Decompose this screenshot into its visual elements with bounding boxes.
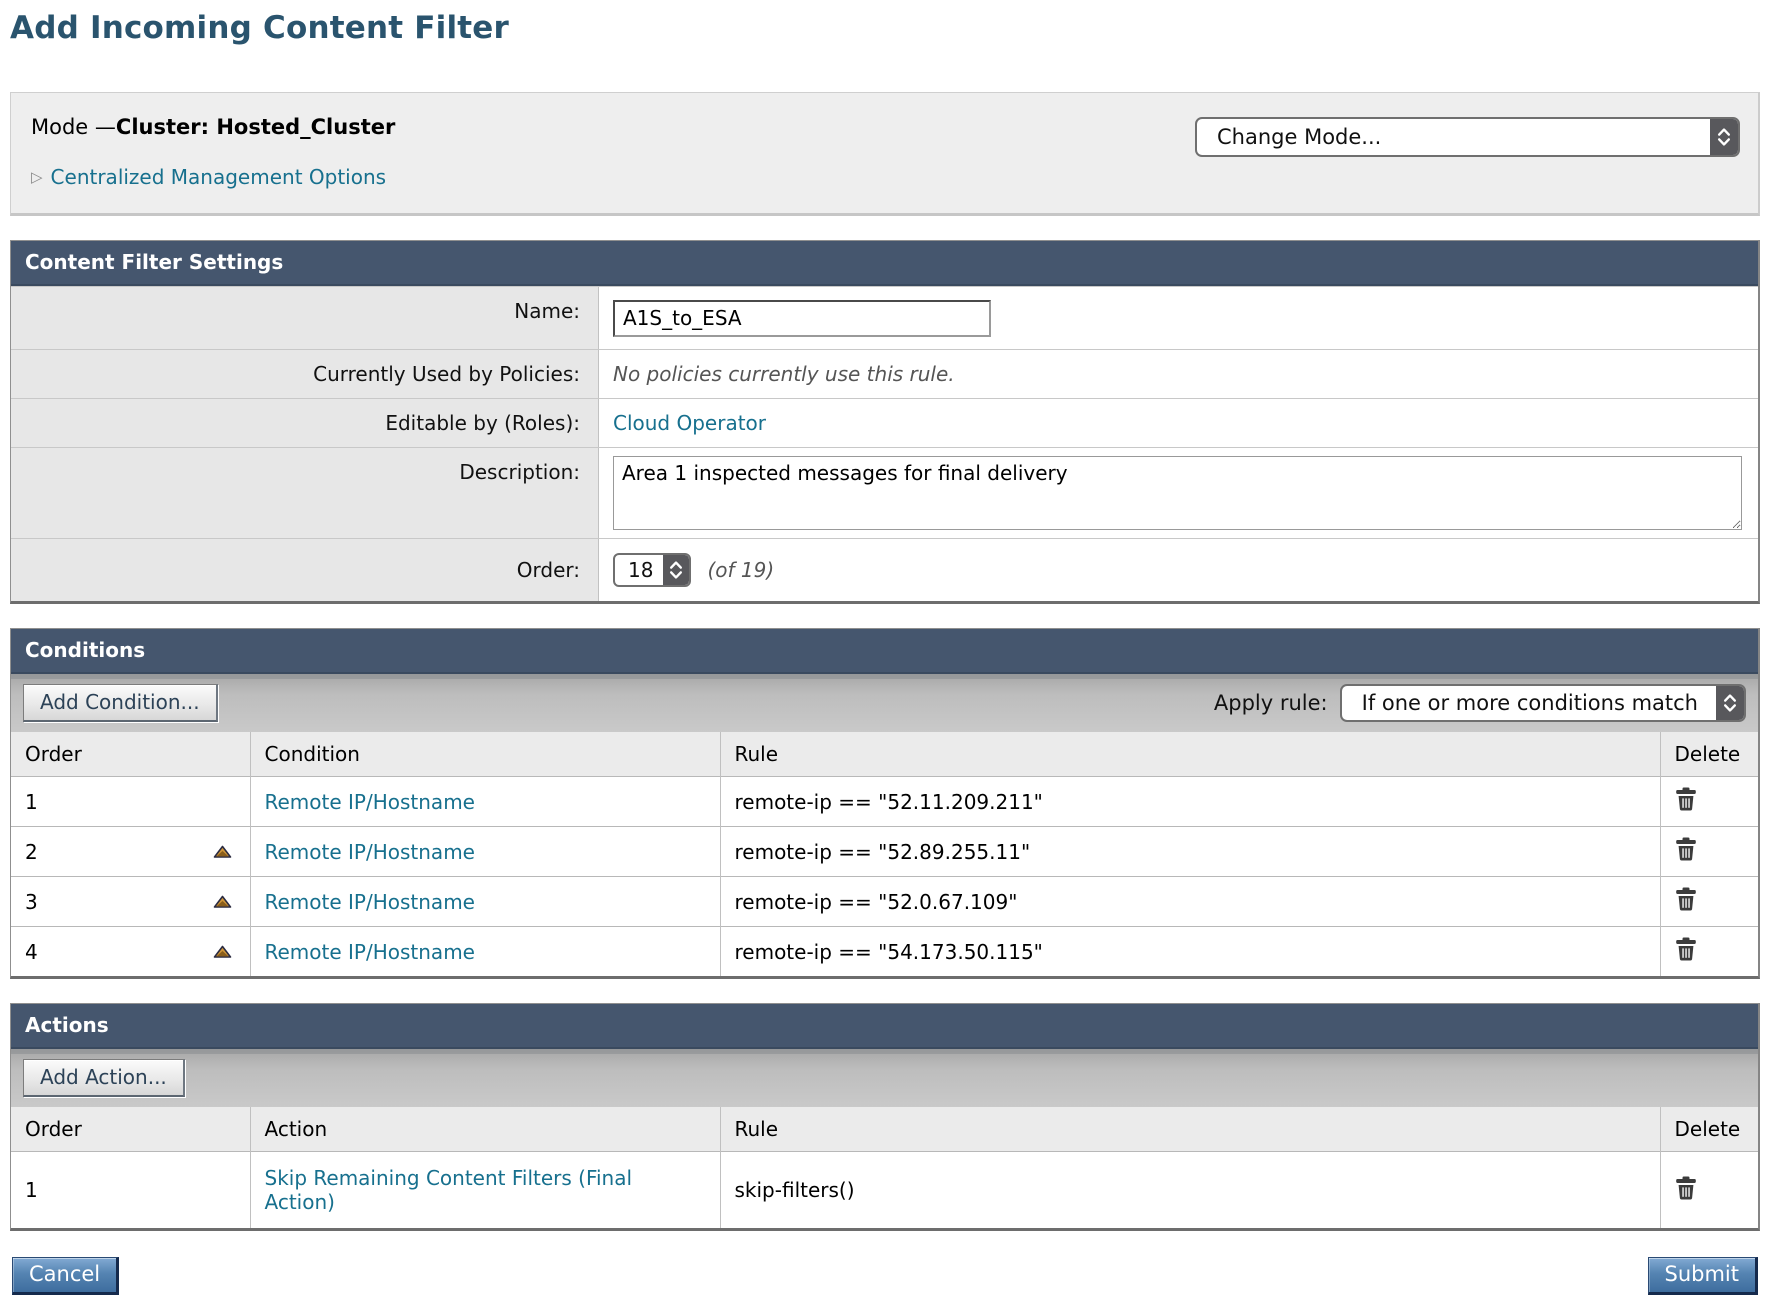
actions-header: Actions [11, 1004, 1758, 1049]
condition-row: 3 Remote IP/Hostname remote-ip == "52.0.… [11, 877, 1758, 927]
actions-toolbar: Add Action... [11, 1049, 1758, 1107]
trash-icon [1675, 887, 1697, 911]
description-label: Description: [11, 448, 599, 538]
condition-rule: remote-ip == "52.0.67.109" [720, 877, 1660, 927]
move-up-icon[interactable] [213, 945, 232, 959]
conditions-table: Order Condition Rule Delete 1 Remote IP/… [11, 732, 1758, 976]
delete-condition-icon[interactable] [1675, 937, 1697, 961]
delete-condition-icon[interactable] [1675, 887, 1697, 911]
add-incoming-content-filter-page: Add Incoming Content Filter Mode —Cluste… [0, 0, 1770, 1295]
condition-type-link[interactable]: Remote IP/Hostname [265, 790, 475, 814]
mode-label: Mode [31, 115, 88, 139]
conditions-col-order: Order [11, 732, 250, 777]
mode-dash: — [95, 115, 116, 139]
cancel-button[interactable]: Cancel [12, 1257, 119, 1295]
actions-col-delete: Delete [1660, 1107, 1758, 1152]
policies-usage-note: No policies currently use this rule. [613, 362, 955, 386]
move-up-icon [213, 895, 232, 909]
up-down-stepper-icon [1722, 692, 1738, 714]
cloud-operator-link[interactable]: Cloud Operator [613, 411, 766, 435]
conditions-toolbar: Add Condition... Apply rule: If one or m… [11, 674, 1758, 732]
order-label: Order: [11, 539, 599, 601]
disclosure-triangle-icon[interactable]: ▷ [31, 168, 43, 186]
trash-icon [1675, 1176, 1697, 1200]
move-up-icon[interactable] [213, 895, 232, 909]
condition-row: 4 Remote IP/Hostname remote-ip == "54.17… [11, 927, 1758, 977]
order-of-note: (of 19) [707, 558, 774, 582]
condition-type-link[interactable]: Remote IP/Hostname [265, 940, 475, 964]
conditions-header: Conditions [11, 629, 1758, 674]
select-stepper-icon [1716, 686, 1744, 720]
delete-condition-icon[interactable] [1675, 787, 1697, 811]
order-select-value: 18 [615, 555, 663, 585]
mode-value: Cluster: Hosted_Cluster [116, 115, 395, 139]
mode-line: Mode —Cluster: Hosted_Cluster [31, 115, 395, 139]
select-stepper-icon [663, 555, 689, 585]
condition-order: 1 [25, 790, 38, 814]
currently-used-by-policies-label: Currently Used by Policies: [11, 350, 599, 398]
conditions-col-rule: Rule [720, 732, 1660, 777]
add-condition-button[interactable]: Add Condition... [23, 684, 218, 722]
up-down-stepper-icon [1716, 126, 1732, 148]
change-mode-select[interactable]: Change Mode... [1195, 117, 1740, 157]
condition-rule: remote-ip == "54.173.50.115" [720, 927, 1660, 977]
action-rule: skip-filters() [720, 1152, 1660, 1229]
action-order: 1 [25, 1178, 38, 1202]
change-mode-select-value: Change Mode... [1197, 119, 1710, 155]
content-filter-settings-header: Content Filter Settings [11, 241, 1758, 286]
add-action-button[interactable]: Add Action... [23, 1059, 185, 1097]
up-down-stepper-icon [668, 559, 684, 581]
editable-by-roles-label: Editable by (Roles): [11, 399, 599, 447]
name-input[interactable] [613, 300, 991, 337]
actions-col-order: Order [11, 1107, 250, 1152]
actions-col-action: Action [250, 1107, 720, 1152]
condition-order: 3 [25, 890, 38, 914]
move-up-icon [213, 945, 232, 959]
actions-col-rule: Rule [720, 1107, 1660, 1152]
apply-rule-select-value: If one or more conditions match [1342, 686, 1716, 720]
condition-order: 4 [25, 940, 38, 964]
centralized-management-options-link[interactable]: Centralized Management Options [51, 165, 387, 189]
order-select[interactable]: 18 [613, 553, 691, 587]
select-stepper-icon [1710, 119, 1738, 155]
content-filter-settings-section: Content Filter Settings Name: Currently … [10, 240, 1760, 604]
page-title: Add Incoming Content Filter [10, 10, 1760, 46]
footer-bar: Cancel Submit [10, 1257, 1760, 1295]
condition-rule: remote-ip == "52.11.209.211" [720, 777, 1660, 827]
condition-row: 1 Remote IP/Hostname remote-ip == "52.11… [11, 777, 1758, 827]
description-textarea[interactable]: Area 1 inspected messages for final deli… [613, 456, 1742, 530]
delete-condition-icon[interactable] [1675, 837, 1697, 861]
trash-icon [1675, 837, 1697, 861]
trash-icon [1675, 937, 1697, 961]
conditions-col-delete: Delete [1660, 732, 1758, 777]
delete-action-icon[interactable] [1675, 1176, 1697, 1200]
apply-rule-label: Apply rule: [1214, 691, 1328, 715]
conditions-col-condition: Condition [250, 732, 720, 777]
mode-panel: Mode —Cluster: Hosted_Cluster ▷ Centrali… [10, 92, 1760, 216]
move-up-icon [213, 845, 232, 859]
apply-rule-select[interactable]: If one or more conditions match [1340, 684, 1746, 722]
condition-rule: remote-ip == "52.89.255.11" [720, 827, 1660, 877]
trash-icon [1675, 787, 1697, 811]
condition-type-link[interactable]: Remote IP/Hostname [265, 890, 475, 914]
action-row: 1 Skip Remaining Content Filters (Final … [11, 1152, 1758, 1229]
action-type-link[interactable]: Skip Remaining Content Filters (Final Ac… [265, 1166, 695, 1214]
condition-type-link[interactable]: Remote IP/Hostname [265, 840, 475, 864]
conditions-section: Conditions Add Condition... Apply rule: … [10, 628, 1760, 979]
actions-table: Order Action Rule Delete 1 Skip Remainin… [11, 1107, 1758, 1228]
name-label: Name: [11, 287, 599, 349]
submit-button[interactable]: Submit [1648, 1257, 1759, 1295]
condition-row: 2 Remote IP/Hostname remote-ip == "52.89… [11, 827, 1758, 877]
condition-order: 2 [25, 840, 38, 864]
actions-section: Actions Add Action... Order Action Rule … [10, 1003, 1760, 1231]
move-up-icon[interactable] [213, 845, 232, 859]
